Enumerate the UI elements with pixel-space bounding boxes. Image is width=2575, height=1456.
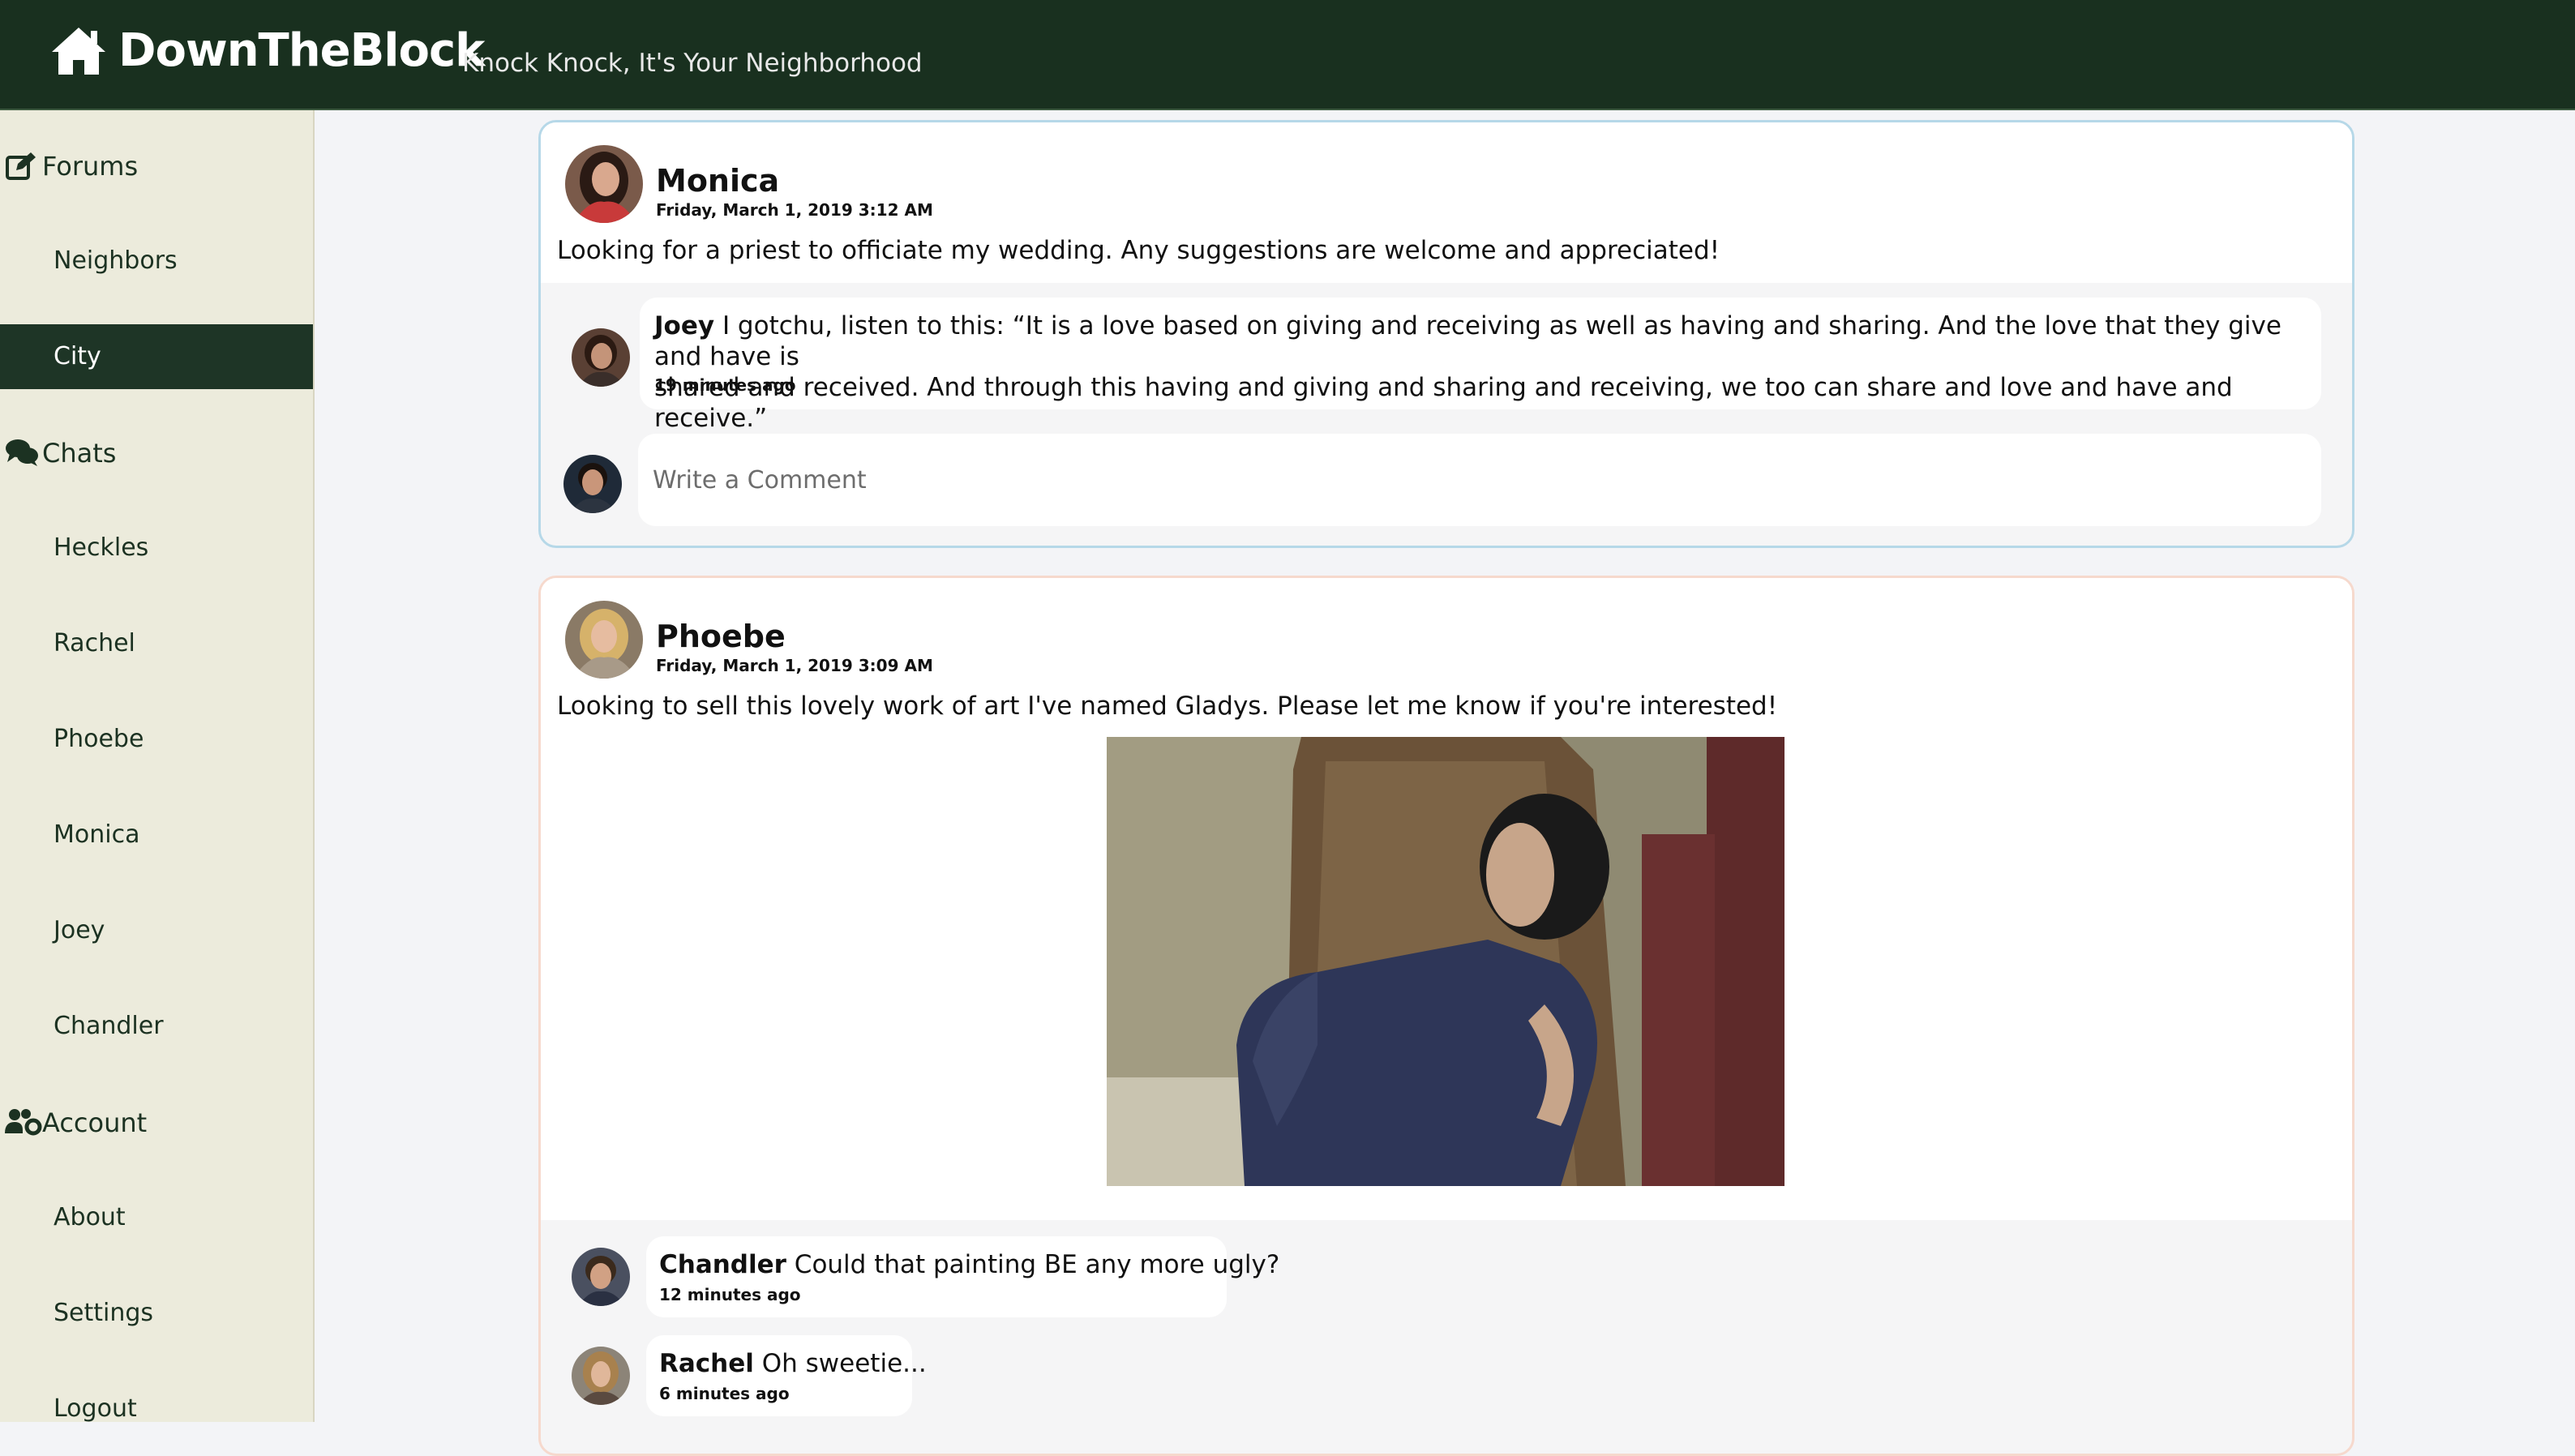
top-navbar: DownTheBlock Knock Knock, It's Your Neig… xyxy=(0,0,2575,110)
post-text: Looking to sell this lovely work of art … xyxy=(557,692,1778,721)
post-date: Friday, March 1, 2019 3:09 AM xyxy=(656,656,933,675)
sidebar-label: Joey xyxy=(54,916,105,944)
sidebar-label: Logout xyxy=(54,1394,137,1423)
brand-tagline: Knock Knock, It's Your Neighborhood xyxy=(462,49,923,78)
comment-bubble: Rachel Oh sweetie... 6 minutes ago xyxy=(646,1335,927,1416)
post-text: Looking for a priest to officiate my wed… xyxy=(557,236,1720,265)
home-icon[interactable] xyxy=(50,26,107,79)
comment-bubble: Joey I gotchu, listen to this: “It is a … xyxy=(640,298,2321,433)
comment-text: Oh sweetie... xyxy=(761,1349,927,1378)
avatar[interactable] xyxy=(572,1347,630,1405)
sidebar-label: Phoebe xyxy=(54,725,144,753)
post-card: Phoebe Friday, March 1, 2019 3:09 AM Loo… xyxy=(538,576,2354,1456)
post-card: Monica Friday, March 1, 2019 3:12 AM Loo… xyxy=(538,120,2354,548)
comment-text-line-1: I gotchu, listen to this: “It is a love … xyxy=(654,311,2282,371)
avatar[interactable] xyxy=(565,145,643,223)
users-cog-icon xyxy=(5,1107,42,1140)
sidebar-item-city[interactable]: City xyxy=(0,324,313,389)
comment-time: 12 minutes ago xyxy=(659,1285,801,1304)
sidebar-label: About xyxy=(54,1203,126,1231)
post-author[interactable]: Monica xyxy=(656,163,779,199)
sidebar-label: City xyxy=(54,342,101,370)
chat-bubbles-icon xyxy=(5,438,39,470)
current-user-avatar[interactable] xyxy=(563,455,622,513)
sidebar-item-neighbors[interactable]: Neighbors xyxy=(0,229,313,293)
edit-icon xyxy=(5,151,37,185)
avatar[interactable] xyxy=(572,328,630,387)
sidebar-item-joey[interactable]: Joey xyxy=(0,898,313,963)
comment-author[interactable]: Rachel xyxy=(659,1349,754,1378)
sidebar-item-settings[interactable]: Settings xyxy=(0,1281,313,1346)
avatar[interactable] xyxy=(572,1248,630,1306)
comment-time: 19 minutes ago xyxy=(654,375,796,395)
sidebar-section-chats[interactable]: Chats xyxy=(0,420,313,485)
post-author[interactable]: Phoebe xyxy=(656,619,786,654)
sidebar-label: Neighbors xyxy=(54,246,178,275)
sidebar-label: Monica xyxy=(54,820,140,849)
sidebar-item-rachel[interactable]: Rachel xyxy=(0,611,313,676)
sidebar-item-about[interactable]: About xyxy=(0,1185,313,1250)
comment-text: Could that painting BE any more ugly? xyxy=(794,1250,1280,1279)
sidebar-label: Forums xyxy=(42,151,139,182)
comment-content: Chandler Could that painting BE any more… xyxy=(659,1249,1279,1280)
sidebar-section-forums[interactable]: Forums xyxy=(0,133,313,198)
sidebar-label: Chandler xyxy=(54,1012,164,1040)
post-body: Phoebe Friday, March 1, 2019 3:09 AM Loo… xyxy=(541,578,2352,1220)
sidebar: Forums Neighbors City Chats Heckles Rach… xyxy=(0,110,315,1423)
comment-time: 6 minutes ago xyxy=(659,1384,790,1403)
sidebar-item-logout[interactable]: Logout xyxy=(0,1377,313,1441)
comment-author[interactable]: Joey xyxy=(654,311,714,340)
sidebar-label: Rachel xyxy=(54,629,135,657)
comment-content: Joey I gotchu, listen to this: “It is a … xyxy=(654,310,2308,434)
sidebar-item-phoebe[interactable]: Phoebe xyxy=(0,707,313,772)
sidebar-section-account[interactable]: Account xyxy=(0,1090,313,1154)
sidebar-item-chandler[interactable]: Chandler xyxy=(0,994,313,1059)
sidebar-label: Settings xyxy=(54,1299,154,1327)
comment-bubble: Chandler Could that painting BE any more… xyxy=(646,1236,1279,1317)
sidebar-label: Account xyxy=(42,1107,148,1138)
avatar[interactable] xyxy=(565,601,643,679)
sidebar-label: Heckles xyxy=(54,533,149,562)
post-date: Friday, March 1, 2019 3:12 AM xyxy=(656,200,933,220)
comment-text-line-2: shared and received. And through this ha… xyxy=(654,373,2233,433)
sidebar-item-monica[interactable]: Monica xyxy=(0,803,313,867)
comment-content: Rachel Oh sweetie... xyxy=(659,1348,927,1379)
comment-input[interactable] xyxy=(638,434,2321,526)
sidebar-label: Chats xyxy=(42,438,117,469)
post-body: Monica Friday, March 1, 2019 3:12 AM Loo… xyxy=(541,122,2352,283)
sidebar-item-heckles[interactable]: Heckles xyxy=(0,516,313,580)
comment-author[interactable]: Chandler xyxy=(659,1250,786,1279)
gladys-artwork-image[interactable] xyxy=(1107,737,1785,1186)
brand-title[interactable]: DownTheBlock xyxy=(118,24,485,77)
